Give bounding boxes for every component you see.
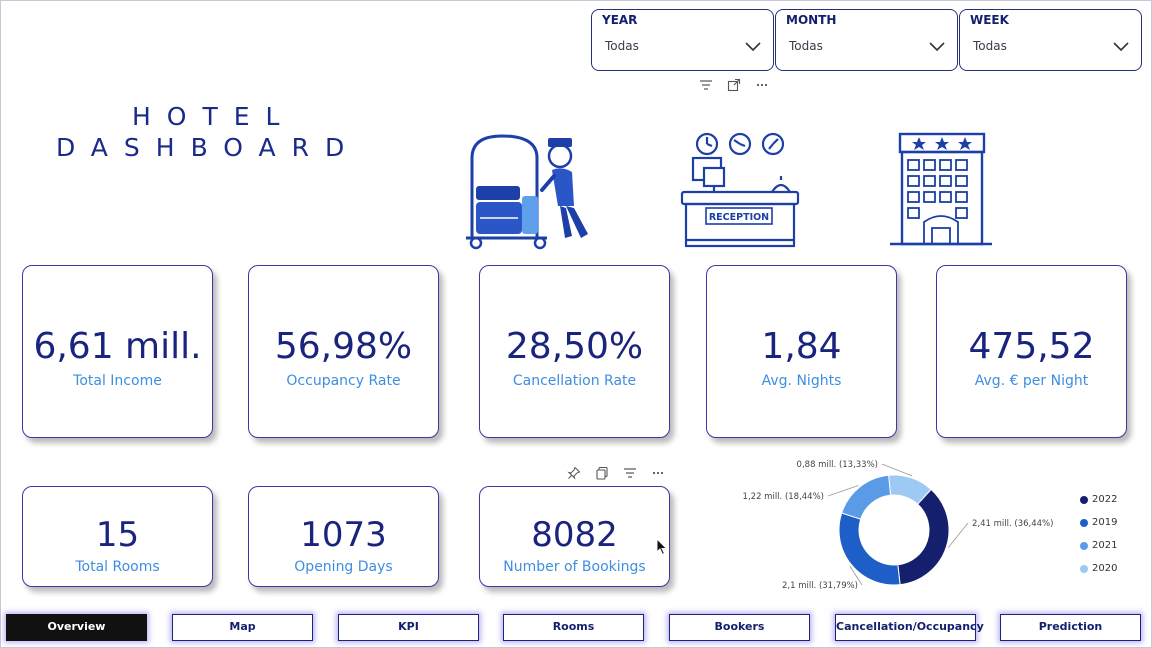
month-slicer-title: MONTH — [786, 13, 837, 27]
stat-value: 8082 — [531, 515, 618, 555]
stat-card-number-of-bookings[interactable]: 8082 Number of Bookings — [479, 486, 670, 587]
legend-swatch — [1080, 495, 1088, 504]
nav-bookers-button[interactable]: Bookers — [669, 614, 810, 641]
kpi-value: 6,61 mill. — [33, 326, 202, 367]
bellhop-icon — [466, 134, 588, 250]
leader-line — [881, 463, 913, 477]
week-slicer[interactable]: WEEK Todas — [959, 9, 1142, 71]
data-label-2022: 2,41 mill. (36,44%) — [972, 519, 1053, 529]
title-line-2: DASHBOARD — [56, 133, 361, 162]
pin-icon[interactable] — [567, 466, 581, 480]
focus-mode-icon[interactable] — [727, 78, 741, 92]
week-slicer-title: WEEK — [970, 13, 1009, 27]
nav-map-button[interactable]: Map — [172, 614, 313, 641]
data-label-2020: 0,88 mill. (13,33%) — [797, 460, 878, 470]
donut-slice-2022[interactable] — [897, 488, 950, 586]
copy-icon[interactable] — [595, 466, 609, 480]
kpi-card-avg-per-night: 475,52 Avg. € per Night — [936, 265, 1127, 438]
legend-item-2019[interactable]: 2019 — [1080, 511, 1117, 534]
data-label-2019: 2,1 mill. (31,79%) — [782, 581, 858, 591]
chart-legend: 2022 2019 2021 2020 — [1080, 488, 1117, 580]
filter-icon[interactable] — [623, 466, 637, 480]
more-options-icon[interactable] — [755, 78, 769, 92]
reception-sign-text: RECEPTION — [709, 212, 769, 223]
kpi-card-avg-nights: 1,84 Avg. Nights — [706, 265, 897, 438]
kpi-label: Occupancy Rate — [286, 373, 401, 389]
more-options-icon[interactable] — [651, 466, 665, 480]
donut-slice-2019[interactable] — [838, 512, 901, 586]
legend-swatch — [1080, 564, 1088, 573]
legend-label: 2019 — [1092, 517, 1118, 528]
year-slicer-title: YEAR — [602, 13, 638, 27]
year-slicer-value[interactable]: Todas — [605, 39, 639, 53]
legend-label: 2020 — [1092, 563, 1118, 574]
stat-value: 15 — [95, 515, 140, 555]
income-by-year-donut-chart[interactable]: 2,41 mill. (36,44%) 2,1 mill. (31,79%) 1,2… — [720, 450, 1080, 600]
nav-cancellation-occupancy-button[interactable]: Cancellation/Occupancy — [835, 614, 984, 641]
chevron-down-icon[interactable] — [745, 40, 761, 52]
legend-item-2020[interactable]: 2020 — [1080, 557, 1117, 580]
kpi-value: 56,98% — [274, 326, 413, 367]
dashboard-title: HOTEL DASHBOARD — [56, 101, 360, 163]
kpi-value: 28,50% — [505, 326, 644, 367]
leader-line — [947, 522, 969, 548]
card-visual-tools — [567, 466, 665, 480]
legend-item-2021[interactable]: 2021 — [1080, 534, 1117, 557]
hotel-building-icon — [890, 132, 992, 246]
legend-swatch — [1080, 518, 1088, 527]
title-line-1: HOTEL — [132, 102, 296, 131]
nav-kpi-button[interactable]: KPI — [338, 614, 479, 641]
kpi-label: Cancellation Rate — [512, 373, 637, 389]
nav-rooms-button[interactable]: Rooms — [503, 614, 644, 641]
nav-prediction-button[interactable]: Prediction — [1000, 614, 1141, 641]
kpi-card-occupancy-rate: 56,98% Occupancy Rate — [248, 265, 439, 438]
legend-swatch — [1080, 541, 1088, 550]
reception-desk-icon: RECEPTION — [680, 132, 800, 248]
mouse-cursor-icon — [656, 538, 668, 556]
stat-label: Total Rooms — [75, 559, 160, 575]
year-slicer[interactable]: YEAR Todas — [591, 9, 774, 71]
month-slicer-value[interactable]: Todas — [789, 39, 823, 53]
kpi-card-total-income: 6,61 mill. Total Income — [22, 265, 213, 438]
donut-slice-2021[interactable] — [841, 474, 892, 520]
chevron-down-icon[interactable] — [929, 40, 945, 52]
month-slicer[interactable]: MONTH Todas — [775, 9, 958, 71]
stat-label: Opening Days — [294, 559, 393, 575]
legend-label: 2022 — [1092, 494, 1118, 505]
kpi-label: Total Income — [73, 373, 162, 389]
week-slicer-value[interactable]: Todas — [973, 39, 1007, 53]
slicer-visual-tools — [699, 78, 769, 92]
legend-item-2022[interactable]: 2022 — [1080, 488, 1117, 511]
kpi-value: 1,84 — [761, 326, 842, 367]
stat-label: Number of Bookings — [503, 559, 646, 575]
data-label-2021: 1,22 mill. (18,44%) — [743, 492, 824, 502]
nav-overview-button[interactable]: Overview — [6, 614, 147, 641]
kpi-card-cancellation-rate: 28,50% Cancellation Rate — [479, 265, 670, 438]
stat-card-total-rooms: 15 Total Rooms — [22, 486, 213, 587]
kpi-label: Avg. € per Night — [974, 373, 1089, 389]
stat-card-opening-days: 1073 Opening Days — [248, 486, 439, 587]
kpi-value: 475,52 — [968, 326, 1095, 367]
chevron-down-icon[interactable] — [1113, 40, 1129, 52]
stat-value: 1073 — [300, 515, 387, 555]
legend-label: 2021 — [1092, 540, 1118, 551]
filter-icon[interactable] — [699, 78, 713, 92]
kpi-label: Avg. Nights — [761, 373, 842, 389]
